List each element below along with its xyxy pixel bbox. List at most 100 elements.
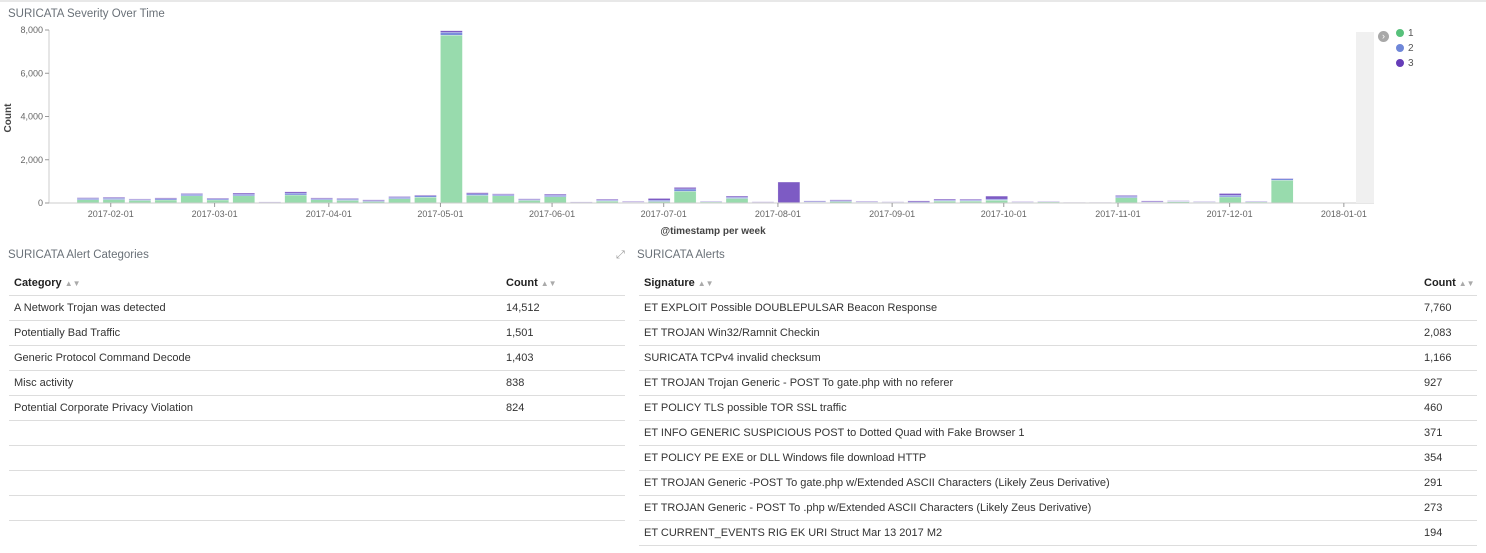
bar-series-2[interactable] <box>725 197 749 199</box>
sort-icon[interactable]: ▲▼ <box>698 279 714 288</box>
bar-series-3[interactable] <box>1245 200 1268 202</box>
count-column-header[interactable]: Count ▲▼ <box>501 270 625 296</box>
bar-series-1[interactable] <box>284 194 307 204</box>
bar-series-2[interactable] <box>647 200 671 202</box>
count-column-header[interactable]: Count ▲▼ <box>1419 270 1477 296</box>
severity-over-time-chart[interactable]: 0 2,000 4,000 6,000 8,000 2017-02-01 2017-03-… <box>0 22 1486 247</box>
bar-series-3[interactable] <box>310 197 333 199</box>
bar-series-1[interactable] <box>1219 196 1242 204</box>
bar-series-2[interactable] <box>232 194 255 197</box>
bar-series-1[interactable] <box>544 196 567 204</box>
bar-series-1[interactable] <box>673 191 697 204</box>
bar-series-3[interactable] <box>76 197 100 199</box>
legend-item-3[interactable]: 3 <box>1396 58 1414 69</box>
bar-series-3[interactable] <box>699 200 723 202</box>
bar-series-3[interactable] <box>440 30 463 33</box>
bar-series-3[interactable] <box>1167 200 1190 202</box>
bar-series-3[interactable] <box>388 196 411 198</box>
bar-series-3[interactable] <box>1037 201 1060 202</box>
bar-series-3[interactable] <box>284 191 307 194</box>
bar-series-2[interactable] <box>414 195 437 198</box>
bar-series-3[interactable] <box>1115 195 1138 197</box>
bar-series-3[interactable] <box>1011 201 1034 203</box>
bar-series-3[interactable] <box>933 198 956 201</box>
bar-series-3[interactable] <box>881 201 904 203</box>
bar-series-3[interactable] <box>336 198 359 200</box>
bar-series-3[interactable] <box>258 201 281 203</box>
bar-series-2[interactable] <box>492 194 515 197</box>
bar-series-3[interactable] <box>128 198 152 200</box>
bar-series-2[interactable] <box>76 198 100 200</box>
bar-series-1[interactable] <box>1115 197 1138 204</box>
bar-series-3[interactable] <box>959 199 982 201</box>
sort-icon[interactable]: ▲▼ <box>541 279 557 288</box>
bar-series-3[interactable] <box>622 201 645 203</box>
bar-series-2[interactable] <box>1271 178 1294 181</box>
legend-item-1[interactable]: 1 <box>1396 28 1414 39</box>
bar-series-3[interactable] <box>725 195 749 198</box>
bar-series-3[interactable] <box>1193 201 1216 202</box>
bar-series-1[interactable] <box>492 195 515 204</box>
bar-series-3[interactable] <box>492 193 515 195</box>
bar-series-2[interactable] <box>206 198 229 201</box>
expand-icon[interactable]: ⤢ <box>616 249 625 262</box>
bar-series-3[interactable] <box>777 181 801 203</box>
bar-series-2[interactable] <box>180 194 203 197</box>
bar-series-3[interactable] <box>544 193 567 196</box>
bar-series-2[interactable] <box>466 193 489 196</box>
category-column-header[interactable]: Category ▲▼ <box>9 270 501 296</box>
bar-series-2[interactable] <box>673 188 697 192</box>
bar-series-3[interactable] <box>466 192 489 195</box>
bar-series-2[interactable] <box>102 198 126 200</box>
bar-series-2[interactable] <box>336 199 359 201</box>
bar-series-2[interactable] <box>985 198 1008 201</box>
bar-series-3[interactable] <box>907 200 930 203</box>
bar-series-3[interactable] <box>985 195 1008 200</box>
bar-series-3[interactable] <box>362 199 385 201</box>
bar-series-1[interactable] <box>388 198 411 204</box>
bar-series-2[interactable] <box>310 198 333 200</box>
bar-series-3[interactable] <box>102 197 126 199</box>
bar-series-1[interactable] <box>180 195 203 204</box>
bar-series-3[interactable] <box>1271 177 1294 179</box>
bar-series-1[interactable] <box>725 198 749 204</box>
bar-series-1[interactable] <box>102 199 126 204</box>
signature-column-header[interactable]: Signature ▲▼ <box>639 270 1419 296</box>
bar-series-1[interactable] <box>440 35 463 204</box>
bar-series-1[interactable] <box>414 197 437 204</box>
legend-dot <box>1396 59 1404 67</box>
bar-series-2[interactable] <box>544 195 567 197</box>
signature-cell: ET POLICY TLS possible TOR SSL traffic <box>639 395 1419 421</box>
bar-series-3[interactable] <box>673 187 697 190</box>
bar-series-3[interactable] <box>414 194 437 197</box>
bar-series-1[interactable] <box>466 195 489 204</box>
bar-series-2[interactable] <box>1219 195 1242 198</box>
bar-series-3[interactable] <box>596 199 619 201</box>
bar-series-3[interactable] <box>154 197 178 199</box>
bar-series-3[interactable] <box>647 198 671 201</box>
sort-icon[interactable]: ▲▼ <box>1459 279 1475 288</box>
bar-series-1[interactable] <box>1271 180 1294 204</box>
bar-series-2[interactable] <box>440 32 463 36</box>
bar-series-2[interactable] <box>1115 196 1138 198</box>
bar-series-3[interactable] <box>829 199 852 201</box>
bar-series-3[interactable] <box>855 200 878 202</box>
chevron-right-icon[interactable]: › <box>1378 31 1389 42</box>
bar-series-3[interactable] <box>180 193 203 195</box>
sort-icon[interactable]: ▲▼ <box>65 279 81 288</box>
bar-series-2[interactable] <box>388 197 411 199</box>
bar-series-3[interactable] <box>1219 193 1242 196</box>
bar-series-3[interactable] <box>1141 200 1164 202</box>
bar-series-3[interactable] <box>518 198 541 200</box>
bar-series-2[interactable] <box>284 192 307 196</box>
bar-series-3[interactable] <box>570 201 593 203</box>
legend-item-2[interactable]: 2 <box>1396 43 1414 54</box>
bar-series-3[interactable] <box>803 200 827 202</box>
bar-series-3[interactable] <box>751 201 775 203</box>
bar-series-3[interactable] <box>206 197 229 200</box>
y-axis: 0 2,000 4,000 6,000 8,000 <box>20 25 50 208</box>
table-row: ET TROJAN Win32/Ramnit Checkin 2,083 <box>639 320 1477 346</box>
bar-series-3[interactable] <box>232 192 255 195</box>
bar-series-1[interactable] <box>232 195 255 204</box>
bar-series-2[interactable] <box>154 198 178 201</box>
